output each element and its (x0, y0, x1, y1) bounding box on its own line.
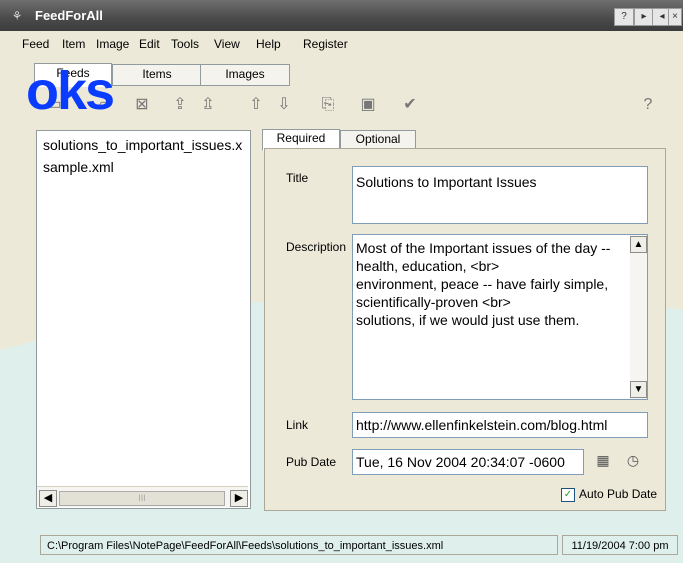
new-feed-icon[interactable]: ▭ (42, 94, 66, 116)
auto-pub-date-checkbox[interactable]: ✓ (561, 488, 575, 502)
title-bar: ⚘ FeedForAll ? ▸ ◂ × (0, 0, 683, 31)
validate-icon[interactable]: ✔ (398, 94, 422, 116)
status-datetime: 11/19/2004 7:00 pm (562, 535, 678, 555)
publish-icon[interactable]: ⇪ (168, 94, 192, 116)
menu-edit[interactable]: Edit (139, 37, 160, 51)
pubdate-value: Tue, 16 Nov 2004 20:34:07 -0600 (356, 454, 565, 470)
description-line: scientifically-proven <br> (356, 294, 511, 310)
tab-feeds[interactable]: Feeds (34, 63, 112, 87)
tab-optional[interactable]: Optional (340, 130, 416, 150)
title-help-button[interactable]: ? (614, 8, 634, 26)
scroll-thumb[interactable]: III (59, 491, 225, 506)
menu-tools[interactable]: Tools (171, 37, 199, 51)
help-icon[interactable]: ? (636, 94, 660, 116)
horizontal-scrollbar[interactable]: ◀ III ▶ (37, 486, 248, 507)
app-icon: ⚘ (11, 9, 23, 23)
close-feed-icon[interactable]: ⊠ (130, 94, 154, 116)
menu-view[interactable]: View (214, 37, 240, 51)
tab-images[interactable]: Images (200, 64, 290, 86)
close-button[interactable]: × (668, 8, 682, 26)
menu-register[interactable]: Register (303, 37, 348, 51)
description-label: Description (286, 240, 347, 254)
scroll-left-button[interactable]: ◀ (39, 490, 57, 507)
scroll-up-button[interactable]: ▲ (630, 236, 647, 253)
scroll-right-button[interactable]: ▶ (230, 490, 248, 507)
status-file-path: C:\Program Files\NotePage\FeedForAll\Fee… (40, 535, 558, 555)
menu-bar: Feed Item Image Edit Tools View Help Reg… (0, 33, 683, 55)
upload-icon[interactable]: ⇫ (196, 94, 220, 116)
auto-pub-date-label: Auto Pub Date (579, 487, 658, 501)
status-bar: C:\Program Files\NotePage\FeedForAll\Fee… (0, 525, 683, 563)
toolbar: ▭ ▱ ⊠ ⇪ ⇫ ⇧ ⇩ ⎘ ▣ ✔ ? (34, 90, 674, 122)
description-line: environment, peace -- have fairly simple… (356, 276, 609, 292)
open-folder-icon[interactable]: ▱ (92, 94, 116, 116)
tab-items[interactable]: Items (112, 64, 202, 86)
preview-icon[interactable]: ⎘ (316, 94, 340, 116)
list-item[interactable]: sample.xml (43, 159, 251, 175)
menu-item[interactable]: Item (62, 37, 85, 51)
link-label: Link (286, 418, 309, 432)
description-line: health, education, <br> (356, 258, 500, 274)
clock-icon[interactable]: ◷ (623, 450, 643, 470)
pubdate-label: Pub Date (286, 455, 337, 469)
title-value: Solutions to Important Issues (356, 174, 537, 190)
pubdate-field[interactable]: Tue, 16 Nov 2004 20:34:07 -0600 (352, 449, 584, 475)
description-scrollbar[interactable]: ▲ ▼ (630, 235, 647, 399)
app-window: ⚘ FeedForAll ? ▸ ◂ × Feed Item Image Edi… (0, 0, 683, 563)
list-item[interactable]: solutions_to_important_issues.x (43, 137, 251, 153)
feed-file-list[interactable]: solutions_to_important_issues.x sample.x… (36, 130, 251, 509)
title-label: Title (286, 171, 309, 185)
menu-feed[interactable]: Feed (22, 37, 49, 51)
description-line: Most of the Important issues of the day … (356, 240, 611, 256)
menu-image[interactable]: Image (96, 37, 129, 51)
menu-help[interactable]: Help (256, 37, 281, 51)
move-up-icon[interactable]: ⇧ (244, 94, 268, 116)
link-field[interactable]: http://www.ellenfinkelstein.com/blog.htm… (352, 412, 648, 438)
scroll-down-button[interactable]: ▼ (630, 381, 647, 398)
title-field[interactable]: Solutions to Important Issues (352, 166, 648, 224)
link-value: http://www.ellenfinkelstein.com/blog.htm… (356, 417, 608, 433)
description-text: Most of the Important issues of the day … (356, 239, 610, 329)
move-down-icon[interactable]: ⇩ (272, 94, 296, 116)
description-field[interactable]: Most of the Important issues of the day … (352, 234, 648, 400)
calendar-icon[interactable]: ▦ (593, 450, 613, 470)
description-line: solutions, if we would just use them. (356, 312, 580, 328)
gallery-icon[interactable]: ▣ (356, 94, 380, 116)
minimize-button[interactable]: ▸ (634, 8, 654, 26)
window-title: FeedForAll (35, 8, 103, 23)
